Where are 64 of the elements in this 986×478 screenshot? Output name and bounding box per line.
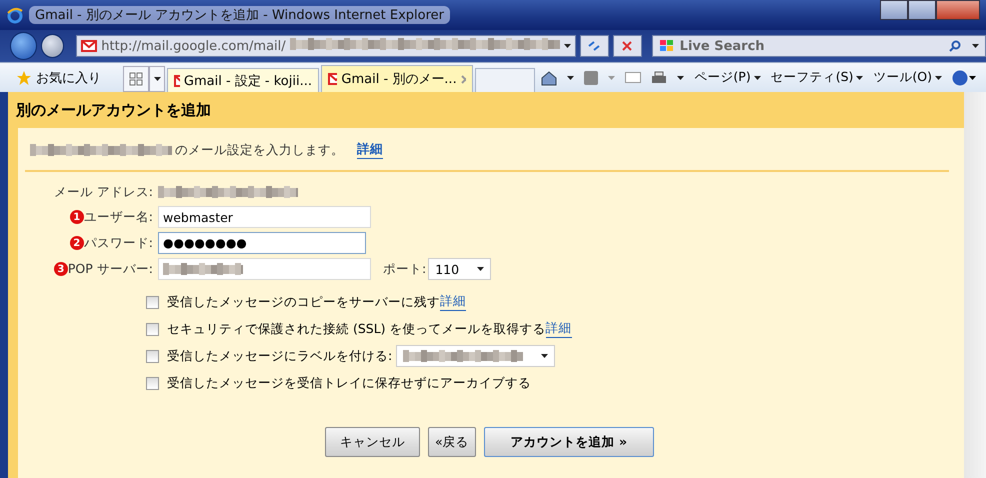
caret-icon[interactable] [541,354,548,358]
search-icon[interactable] [948,40,961,52]
number-marker: 3 [54,262,68,276]
port-select[interactable]: 110 [428,258,492,280]
back-button[interactable] [10,32,38,60]
password-field[interactable]: ●●●●●●●● [158,232,366,254]
caret-icon[interactable] [677,76,684,80]
forward-button[interactable] [41,34,64,58]
option-label: セキュリティで保護された接続 (SSL) を使ってメールを取得する [167,320,546,338]
browser-tab[interactable]: Gmail - 設定 - kojii... [167,68,319,92]
favorites-button[interactable]: お気に入り [36,68,101,86]
option-label: 受信したメッセージを受信トレイに保存せずにアーカイブする [167,374,531,392]
grid-icon[interactable] [129,72,143,86]
search-field[interactable]: Live Search [652,35,986,57]
browser-logo-icon [6,6,24,24]
details-link[interactable]: 詳細 [357,141,383,159]
field-label: メール アドレス: [54,184,153,200]
flag-icon [658,39,675,53]
form-button[interactable]: キャンセル [325,427,420,457]
input-field[interactable]: webmaster [158,206,371,228]
checkbox[interactable] [146,322,159,336]
number-marker: 1 [70,210,84,224]
caret-icon[interactable] [856,76,864,80]
caret-icon[interactable] [154,77,160,81]
star-icon [16,70,32,86]
form-button[interactable]: «戻る [428,427,476,457]
home-icon[interactable] [541,70,558,86]
field-label: パスワード: [84,234,153,252]
caret-icon[interactable] [754,76,761,80]
help-icon[interactable] [952,70,976,86]
details-link[interactable]: 詳細 [546,320,572,338]
add-account-button[interactable]: アカウントを追加 » [484,427,654,457]
address-field[interactable]: http://mail.google.com/mail/ [76,35,576,57]
mail-icon[interactable] [625,72,642,83]
caret-icon[interactable] [477,267,484,271]
minimize-button[interactable] [880,0,908,20]
caret-icon[interactable] [935,76,942,80]
maximize-button[interactable] [908,0,936,20]
menu-button[interactable]: ツール(O) [873,69,932,86]
browser-tab[interactable]: Gmail - 別のメー... [321,65,473,92]
page-heading: 別のメールアカウントを追加 [14,100,212,121]
caret-icon[interactable] [564,44,571,48]
field-label: ユーザー名: [84,208,153,226]
window-title: Gmail - 別のメール アカウントを追加 - Windows Internet Explorer [29,6,450,24]
printer-icon[interactable] [651,70,668,84]
menu-button[interactable]: セーフティ(S) [770,69,854,86]
caret-icon[interactable] [567,76,574,80]
input-field[interactable] [158,258,371,280]
details-link[interactable]: 詳細 [440,293,466,311]
stop-icon[interactable] [622,41,632,51]
field-label: POP サーバー: [68,260,153,278]
checkbox[interactable] [146,376,159,390]
menu-button[interactable]: ページ(P) [694,69,751,86]
checkbox[interactable] [146,296,159,308]
caret-icon[interactable] [972,44,979,48]
intro-text: のメール設定を入力します。 [175,142,344,158]
close-button[interactable] [936,0,980,20]
option-label: 受信したメッセージにラベルを付ける: [167,348,392,364]
checkbox[interactable] [146,350,159,362]
number-marker: 2 [70,236,84,250]
port-label: ポート: [383,260,426,278]
scrollbar[interactable] [964,92,986,478]
feed-icon[interactable] [584,70,598,84]
option-label: 受信したメッセージのコピーをサーバーに残す [167,294,440,310]
